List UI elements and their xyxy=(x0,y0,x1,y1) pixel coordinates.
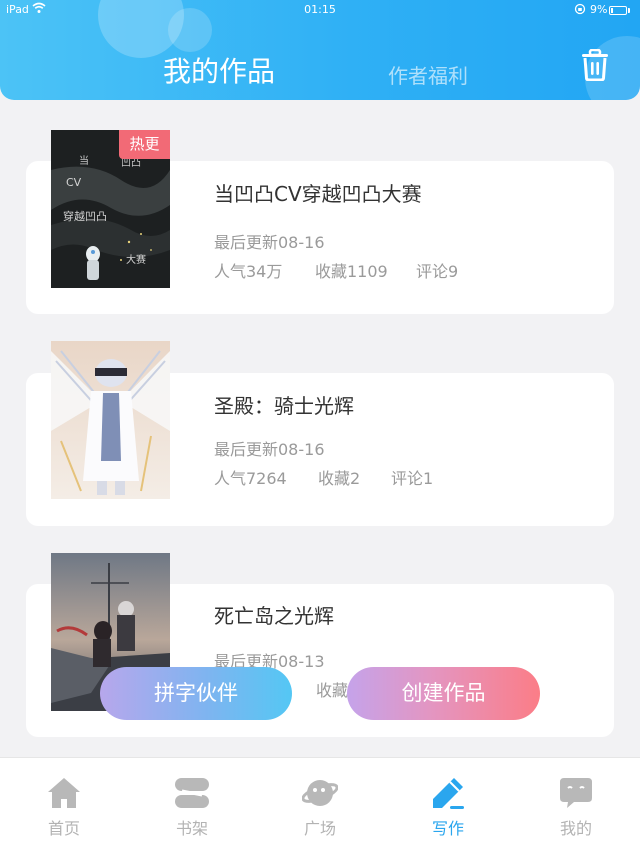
bottom-nav: 首页 书架 广场 写作 我的 xyxy=(0,757,640,853)
favorites-stat: 收藏2 xyxy=(318,469,361,488)
status-bar: iPad 01:15 9% xyxy=(0,2,640,18)
nav-label: 书架 xyxy=(175,819,208,838)
hot-badge: 热更 xyxy=(119,130,170,159)
tab-my-works[interactable]: 我的作品 xyxy=(163,50,275,90)
home-icon xyxy=(46,775,82,811)
trash-icon[interactable] xyxy=(580,48,610,82)
nav-bookshelf[interactable]: 书架 xyxy=(128,758,256,853)
popularity-stat: 人气7264 xyxy=(214,469,287,488)
writing-partner-button[interactable]: 拼字伙伴 xyxy=(100,667,292,720)
tab-author-welfare[interactable]: 作者福利 xyxy=(388,60,468,89)
battery-tip xyxy=(628,8,630,13)
work-title[interactable]: 圣殿：骑士光辉 xyxy=(214,390,354,419)
work-cover[interactable] xyxy=(51,341,170,499)
favorites-stat: 收藏 xyxy=(316,681,349,700)
chat-bubble-icon xyxy=(558,775,594,811)
status-time: 01:15 xyxy=(304,3,336,16)
cover-text: CV xyxy=(66,176,82,189)
work-title[interactable]: 当凹凸CV穿越凹凸大赛 xyxy=(214,178,422,207)
nav-label: 写作 xyxy=(431,819,464,838)
nav-label: 首页 xyxy=(47,819,80,838)
create-work-button[interactable]: 创建作品 xyxy=(347,667,540,720)
last-updated: 最后更新08-16 xyxy=(214,233,325,252)
nav-label: 我的 xyxy=(559,819,592,838)
battery-percent: 9% xyxy=(590,3,608,16)
last-updated: 最后更新08-16 xyxy=(214,440,325,459)
nav-label: 广场 xyxy=(303,819,336,838)
app-header: iPad 01:15 9% 我的作品 作者福利 xyxy=(0,0,640,100)
cover-text: 穿越凹凸 xyxy=(63,209,107,223)
cover-text: 当 xyxy=(79,154,89,167)
favorites-stat: 收藏1109 xyxy=(315,262,388,281)
planet-icon xyxy=(301,775,339,811)
battery-icon xyxy=(609,6,627,15)
nav-square[interactable]: 广场 xyxy=(256,758,384,853)
comments-stat: 评论1 xyxy=(391,469,434,488)
nav-home[interactable]: 首页 xyxy=(0,758,128,853)
pen-icon xyxy=(430,775,466,811)
bookshelf-icon xyxy=(174,775,210,811)
rotation-lock-icon xyxy=(574,3,586,18)
work-title[interactable]: 死亡岛之光辉 xyxy=(214,600,334,629)
work-cover[interactable]: 当 凹凸 CV 穿越凹凸 大赛 热更 xyxy=(51,130,170,288)
cover-text: 大赛 xyxy=(126,253,146,266)
nav-mine[interactable]: 我的 xyxy=(512,758,640,853)
nav-writing[interactable]: 写作 xyxy=(384,758,512,853)
comments-stat: 评论9 xyxy=(416,262,459,281)
popularity-stat: 人气34万 xyxy=(214,262,283,281)
